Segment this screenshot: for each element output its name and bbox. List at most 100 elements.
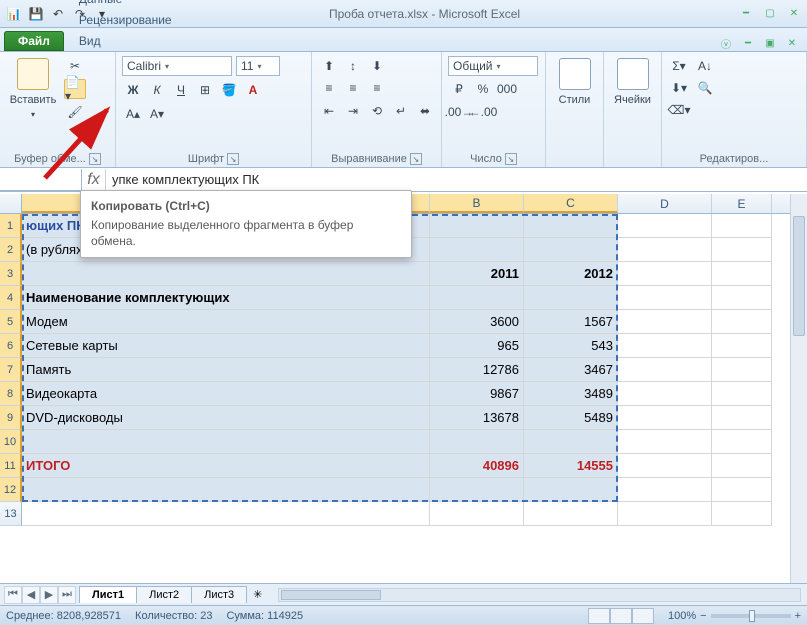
cell-E7[interactable] <box>712 358 772 382</box>
cell-C7[interactable]: 3467 <box>524 358 618 382</box>
find-button[interactable]: 🔍 <box>694 78 716 98</box>
cell-D6[interactable] <box>618 334 712 358</box>
col-header-D[interactable]: D <box>618 194 712 213</box>
cell-E12[interactable] <box>712 478 772 502</box>
increase-decimal-button[interactable]: .00→ <box>448 102 470 122</box>
tab-Рецензирование[interactable]: Рецензирование <box>68 9 190 30</box>
horizontal-scrollbar[interactable] <box>278 588 801 602</box>
sheet-prev-button[interactable]: ◀ <box>22 586 40 604</box>
cell-B13[interactable] <box>430 502 524 526</box>
cell-C9[interactable]: 5489 <box>524 406 618 430</box>
decrease-indent-button[interactable]: ⇤ <box>318 101 340 121</box>
number-launcher[interactable]: ↘ <box>505 153 517 165</box>
col-header-E[interactable]: E <box>712 194 772 213</box>
cell-C1[interactable] <box>524 214 618 238</box>
cell-B4[interactable] <box>430 286 524 310</box>
row-header-3[interactable]: 3 <box>0 262 22 286</box>
fx-button[interactable]: fx <box>82 169 106 191</box>
cell-B3[interactable]: 2011 <box>430 262 524 286</box>
sort-button[interactable]: A↓ <box>694 56 716 76</box>
cell-A5[interactable]: Модем <box>22 310 430 334</box>
cell-B5[interactable]: 3600 <box>430 310 524 334</box>
undo-button[interactable]: ↶ <box>48 4 68 24</box>
cell-C8[interactable]: 3489 <box>524 382 618 406</box>
align-top-button[interactable]: ⬆ <box>318 56 340 76</box>
number-format-combo[interactable]: Общий▾ <box>448 56 538 76</box>
align-middle-button[interactable]: ↕ <box>342 56 364 76</box>
clipboard-launcher[interactable]: ↘ <box>89 153 101 165</box>
percent-button[interactable]: % <box>472 79 494 99</box>
cell-E10[interactable] <box>712 430 772 454</box>
cell-E2[interactable] <box>712 238 772 262</box>
cut-button[interactable]: ✂ <box>64 56 86 76</box>
font-launcher[interactable]: ↘ <box>227 153 239 165</box>
cell-E4[interactable] <box>712 286 772 310</box>
col-header-C[interactable]: C <box>524 194 618 213</box>
cell-D3[interactable] <box>618 262 712 286</box>
name-box[interactable] <box>0 169 82 191</box>
cell-E11[interactable] <box>712 454 772 478</box>
decrease-decimal-button[interactable]: ←.00 <box>472 102 494 122</box>
row-header-7[interactable]: 7 <box>0 358 22 382</box>
zoom-in-button[interactable]: + <box>795 610 801 622</box>
zoom-control[interactable]: 100% − + <box>668 610 801 622</box>
cell-D12[interactable] <box>618 478 712 502</box>
select-all-button[interactable] <box>0 194 22 214</box>
cell-E1[interactable] <box>712 214 772 238</box>
cell-D10[interactable] <box>618 430 712 454</box>
row-header-11[interactable]: 11 <box>0 454 22 478</box>
tab-Вид[interactable]: Вид <box>68 30 190 51</box>
excel-icon[interactable]: 📊 <box>4 4 24 24</box>
font-size-combo[interactable]: 11▾ <box>236 56 280 76</box>
sheet-tab-Лист3[interactable]: Лист3 <box>191 586 247 603</box>
sheet-next-button[interactable]: ▶ <box>40 586 58 604</box>
orientation-button[interactable]: ⟲ <box>366 101 388 121</box>
merge-button[interactable]: ⬌ <box>414 101 436 121</box>
cell-D11[interactable] <box>618 454 712 478</box>
cell-C12[interactable] <box>524 478 618 502</box>
comma-button[interactable]: 000 <box>496 79 518 99</box>
cell-C10[interactable] <box>524 430 618 454</box>
border-button[interactable]: ⊞ <box>194 80 216 100</box>
col-header-B[interactable]: B <box>430 194 524 213</box>
autosum-button[interactable]: Σ▾ <box>668 56 690 76</box>
formula-input[interactable]: упке комплектующих ПК <box>106 172 807 187</box>
cells-button[interactable]: Ячейки <box>610 56 655 108</box>
shrink-font-button[interactable]: A▾ <box>146 104 168 124</box>
maximize-button[interactable]: ▢ <box>761 6 779 22</box>
copy-button[interactable]: 📄▾ <box>64 79 86 99</box>
zoom-out-button[interactable]: − <box>700 610 706 622</box>
align-bottom-button[interactable]: ⬇ <box>366 56 388 76</box>
cell-A6[interactable]: Сетевые карты <box>22 334 430 358</box>
cell-D5[interactable] <box>618 310 712 334</box>
grow-font-button[interactable]: A▴ <box>122 104 144 124</box>
cell-C3[interactable]: 2012 <box>524 262 618 286</box>
cell-C4[interactable] <box>524 286 618 310</box>
cell-D7[interactable] <box>618 358 712 382</box>
clear-button[interactable]: ⌫▾ <box>668 100 690 120</box>
doc-close-button[interactable]: ✕ <box>783 35 801 51</box>
cell-D9[interactable] <box>618 406 712 430</box>
row-header-2[interactable]: 2 <box>0 238 22 262</box>
fill-color-button[interactable]: 🪣 <box>218 80 240 100</box>
italic-button[interactable]: К <box>146 80 168 100</box>
cell-E3[interactable] <box>712 262 772 286</box>
cell-B11[interactable]: 40896 <box>430 454 524 478</box>
sheet-tab-Лист2[interactable]: Лист2 <box>136 586 192 603</box>
sheet-last-button[interactable]: ⏭ <box>58 586 76 604</box>
save-button[interactable]: 💾 <box>26 4 46 24</box>
cell-A9[interactable]: DVD-дисководы <box>22 406 430 430</box>
cell-B2[interactable] <box>430 238 524 262</box>
doc-minimize-button[interactable]: ━ <box>739 35 757 51</box>
wrap-text-button[interactable]: ↵ <box>390 101 412 121</box>
cell-A7[interactable]: Память <box>22 358 430 382</box>
row-header-4[interactable]: 4 <box>0 286 22 310</box>
cell-B7[interactable]: 12786 <box>430 358 524 382</box>
scrollbar-thumb[interactable] <box>793 216 805 336</box>
alignment-launcher[interactable]: ↘ <box>410 153 422 165</box>
cell-B1[interactable] <box>430 214 524 238</box>
cell-C5[interactable]: 1567 <box>524 310 618 334</box>
fill-button[interactable]: ⬇▾ <box>668 78 690 98</box>
cell-E6[interactable] <box>712 334 772 358</box>
vertical-scrollbar[interactable] <box>790 194 807 583</box>
